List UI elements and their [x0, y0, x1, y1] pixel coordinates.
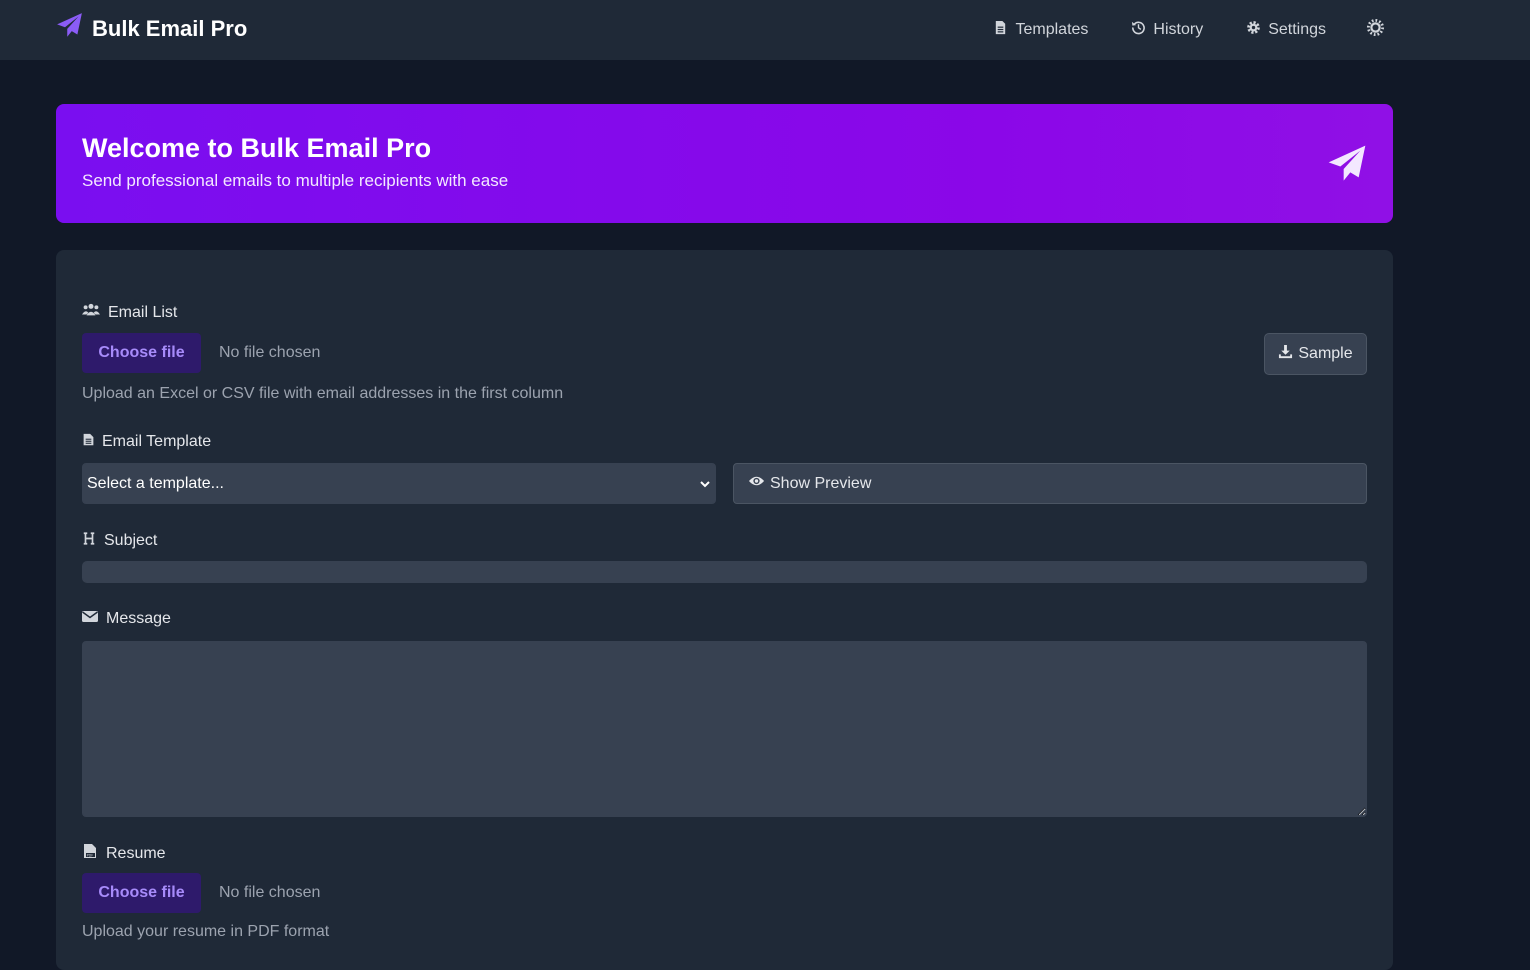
- template-select[interactable]: Select a template...: [82, 463, 716, 504]
- pdf-file-icon: PDF: [82, 843, 98, 864]
- resume-help-text: Upload your resume in PDF format: [82, 923, 330, 940]
- sample-download-button[interactable]: Sample: [1264, 333, 1367, 375]
- email-template-label: Email Template: [82, 432, 211, 452]
- banner-subtitle: Send professional emails to multiple rec…: [82, 171, 509, 190]
- banner-title: Welcome to Bulk Email Pro: [82, 133, 432, 163]
- template-select-value: Select a template...: [87, 474, 224, 492]
- email-list-choose-file-button[interactable]: Choose file: [82, 333, 201, 373]
- nav-item-settings[interactable]: Settings: [1246, 20, 1326, 40]
- app-title: Bulk Email Pro: [92, 15, 248, 41]
- email-list-file-status: No file chosen: [219, 344, 321, 361]
- download-icon: [1278, 344, 1293, 364]
- brand[interactable]: Bulk Email Pro: [56, 12, 247, 45]
- email-form-card: Email List Choose file No file chosen Sa…: [56, 250, 1393, 970]
- paper-plane-logo-icon: [56, 12, 83, 45]
- sun-icon: [1366, 18, 1385, 42]
- users-icon: [82, 302, 100, 323]
- resume-label: PDF Resume: [82, 843, 166, 864]
- email-list-help-text: Upload an Excel or CSV file with email a…: [82, 385, 564, 402]
- subject-input[interactable]: [82, 561, 1367, 583]
- top-navbar: Bulk Email Pro Templates History Setting…: [0, 0, 1530, 60]
- history-icon: [1131, 20, 1146, 40]
- gear-icon: [1246, 20, 1261, 40]
- nav-item-label: History: [1153, 21, 1204, 38]
- heading-icon: [82, 531, 96, 551]
- theme-toggle-button[interactable]: [1366, 18, 1385, 42]
- file-icon: [993, 20, 1008, 40]
- nav-item-label: Templates: [1015, 21, 1089, 38]
- nav-links: Templates History Settings: [950, 0, 1385, 60]
- chevron-down-icon: [700, 481, 710, 488]
- show-preview-button[interactable]: Show Preview: [733, 463, 1367, 504]
- svg-text:PDF: PDF: [87, 853, 94, 857]
- envelope-icon: [82, 610, 98, 628]
- nav-item-label: Settings: [1268, 21, 1326, 38]
- file-icon: [82, 432, 95, 452]
- nav-item-templates[interactable]: Templates: [993, 20, 1088, 40]
- paper-plane-icon: [1328, 145, 1366, 181]
- resume-file-status: No file chosen: [219, 884, 321, 901]
- message-label: Message: [82, 610, 171, 628]
- email-list-label: Email List: [82, 302, 177, 323]
- nav-item-history[interactable]: History: [1131, 20, 1203, 40]
- resume-choose-file-button[interactable]: Choose file: [82, 873, 201, 913]
- welcome-banner: Welcome to Bulk Email Pro Send professio…: [56, 104, 1393, 223]
- eye-icon: [748, 474, 765, 493]
- message-textarea[interactable]: [82, 641, 1367, 817]
- subject-label: Subject: [82, 531, 157, 551]
